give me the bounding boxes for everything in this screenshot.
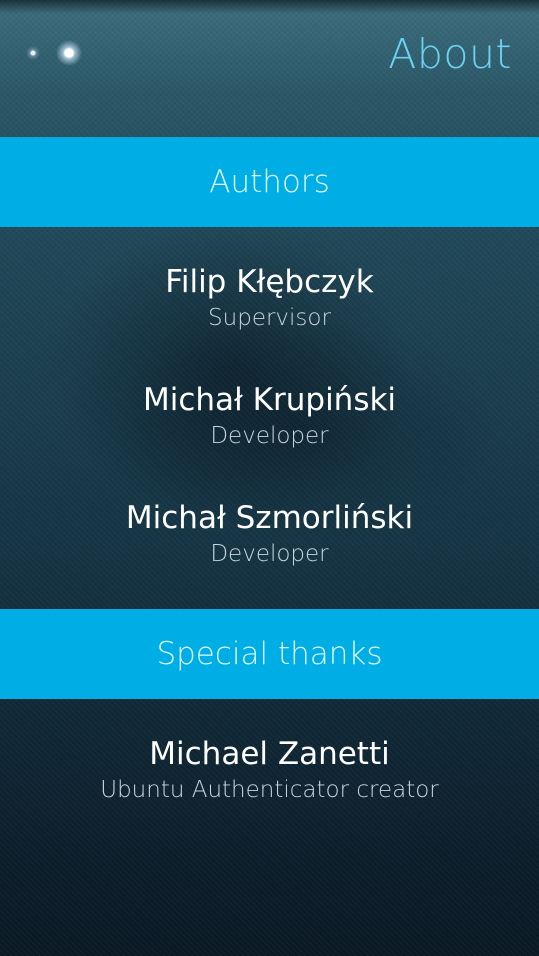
person-role: Supervisor: [208, 305, 331, 331]
person-role: Developer: [210, 423, 329, 449]
person-name: Michał Szmorliński: [125, 500, 414, 536]
author-item: Michał Szmorliński Developer: [0, 499, 539, 569]
page-indicator-dot-inactive: [26, 46, 40, 60]
person-name: Michał Krupiński: [142, 382, 397, 418]
person-role: Developer: [210, 541, 329, 567]
page-title: About: [388, 30, 512, 78]
section-header-authors: Authors: [0, 137, 539, 227]
author-item: Filip Kłębczyk Supervisor: [0, 263, 539, 333]
thanks-item: Michael Zanetti Ubuntu Authenticator cre…: [0, 735, 539, 805]
section-header-special-thanks: Special thanks: [0, 609, 539, 699]
person-name: Filip Kłębczyk: [165, 264, 374, 300]
author-item: Michał Krupiński Developer: [0, 381, 539, 451]
page-indicator: [22, 40, 92, 66]
person-name: Michael Zanetti: [149, 736, 390, 772]
person-role: Ubuntu Authenticator creator: [100, 777, 439, 803]
page-indicator-dot-active: [56, 40, 82, 66]
page-header: About: [0, 0, 539, 137]
